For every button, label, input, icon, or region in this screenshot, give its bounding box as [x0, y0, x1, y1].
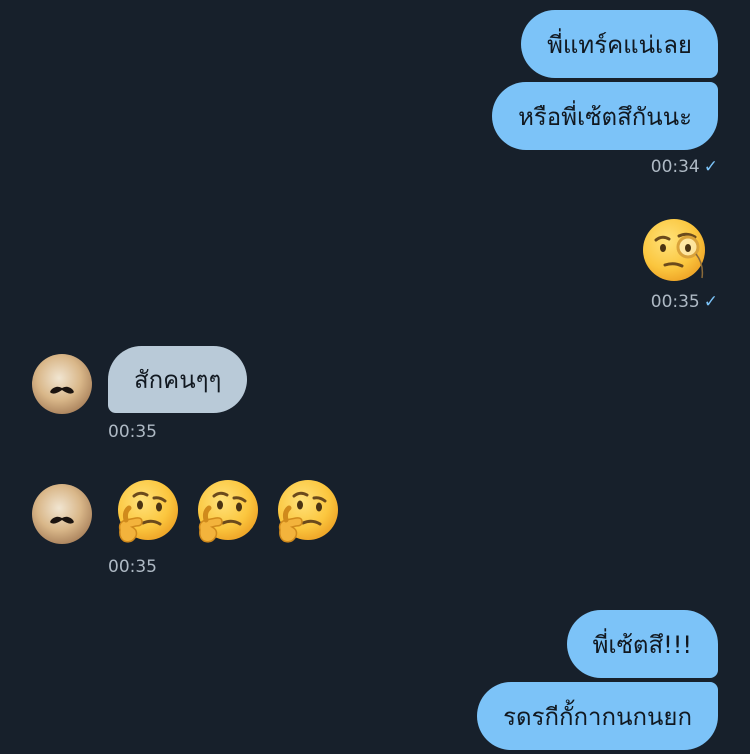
thinking-face-emoji-icon[interactable]	[272, 478, 340, 546]
timestamp-text: 00:35	[108, 557, 157, 577]
outgoing-message-bubble[interactable]: พี่เซ้ตสึ!!!	[566, 610, 718, 678]
message-text: หรือพี่เซ้ตสึกันนะ	[518, 102, 692, 131]
thinking-face-emoji-icon[interactable]	[192, 478, 260, 546]
contact-avatar[interactable]	[32, 354, 92, 414]
message-text: รดรกีกั้กากนกนยก	[503, 702, 692, 731]
timestamp-text: 00:35	[108, 422, 157, 442]
message-timestamp: 00:35	[108, 557, 157, 577]
message-text: สักคนๆๆ	[134, 366, 222, 394]
message-timestamp: 00:35 ✓	[651, 292, 718, 312]
message-timestamp: 00:34 ✓	[651, 157, 718, 177]
outgoing-message-bubble[interactable]: หรือพี่เซ้ตสึกันนะ	[492, 82, 718, 150]
face-with-monocle-emoji-icon[interactable]	[642, 216, 710, 284]
mustache-icon	[50, 386, 74, 394]
timestamp-text: 00:34	[650, 157, 700, 177]
message-text: พี่เซ้ตสึ!!!	[592, 630, 692, 659]
message-text: พี่แทร์คแน่เลย	[547, 30, 692, 59]
mustache-icon	[50, 516, 74, 524]
incoming-message-bubble[interactable]: สักคนๆๆ	[108, 346, 248, 413]
read-check-icon: ✓	[703, 292, 718, 312]
outgoing-message-bubble[interactable]: รดรกีกั้กากนกนยก	[477, 682, 718, 750]
message-timestamp: 00:35	[108, 422, 157, 442]
read-check-icon: ✓	[703, 157, 718, 177]
outgoing-message-bubble[interactable]: พี่แทร์คแน่เลย	[521, 10, 718, 78]
contact-avatar[interactable]	[32, 484, 92, 544]
timestamp-text: 00:35	[650, 292, 700, 312]
thinking-face-emoji-icon[interactable]	[112, 478, 180, 546]
